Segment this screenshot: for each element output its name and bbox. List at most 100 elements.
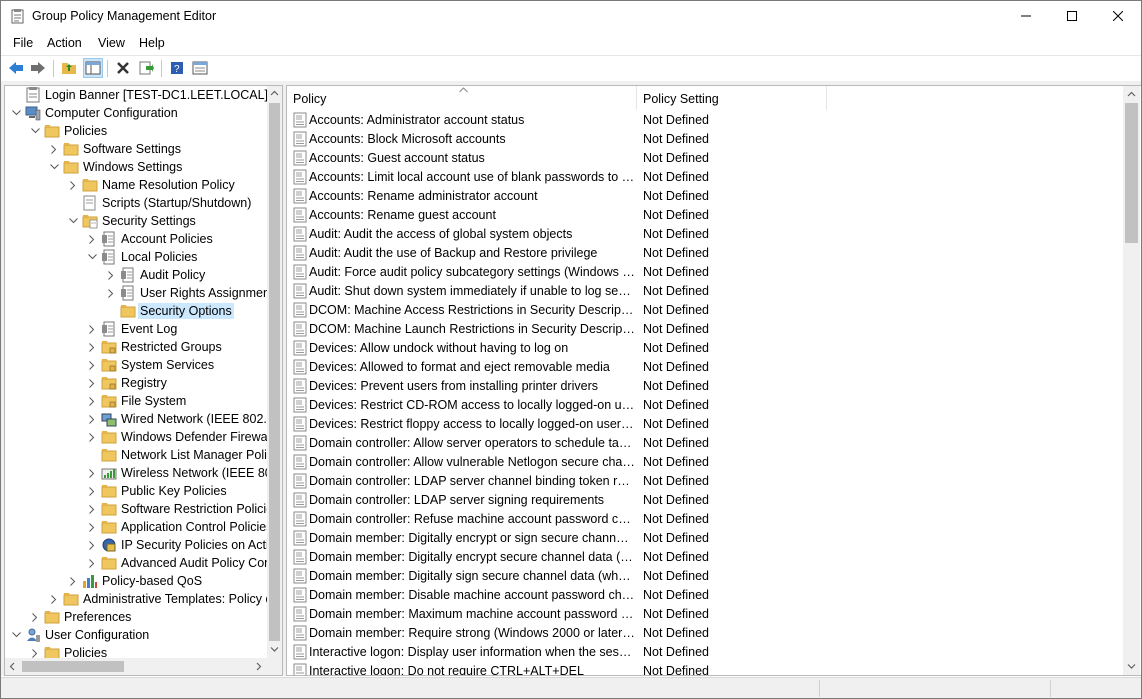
expand-chevron-down-icon[interactable] (85, 248, 99, 266)
expand-chevron-right-icon[interactable] (85, 356, 99, 374)
expand-chevron-down-icon[interactable] (9, 626, 23, 644)
policy-row[interactable]: Devices: Restrict floppy access to local… (287, 415, 1125, 434)
policy-row[interactable]: DCOM: Machine Access Restrictions in Sec… (287, 301, 1125, 320)
policy-row[interactable]: Domain member: Digitally encrypt or sign… (287, 529, 1125, 548)
expand-chevron-right-icon[interactable] (85, 482, 99, 500)
computer-icon (25, 105, 41, 121)
column-header-setting[interactable]: Policy Setting (637, 86, 827, 110)
policy-setting: Not Defined (643, 113, 710, 127)
scroll-down-icon[interactable] (1123, 658, 1140, 675)
expand-chevron-right-icon[interactable] (85, 374, 99, 392)
policy-row[interactable]: DCOM: Machine Launch Restrictions in Sec… (287, 320, 1125, 339)
policy-row[interactable]: Domain member: Digitally encrypt secure … (287, 548, 1125, 567)
folder-icon (63, 159, 79, 175)
list-vertical-scroll-thumb[interactable] (1125, 103, 1138, 243)
forward-button[interactable] (29, 59, 47, 77)
close-button[interactable] (1095, 1, 1141, 31)
show-hide-console-tree-button[interactable] (83, 58, 103, 78)
folder-icon (101, 429, 117, 445)
policy-row[interactable]: Audit: Force audit policy subcategory se… (287, 263, 1125, 282)
policy-row[interactable]: Devices: Allowed to format and eject rem… (287, 358, 1125, 377)
help-button[interactable]: ? (168, 59, 186, 77)
expand-chevron-right-icon[interactable] (47, 140, 61, 158)
policy-row[interactable]: Domain controller: LDAP server channel b… (287, 472, 1125, 491)
policy-row[interactable]: Accounts: Limit local account use of bla… (287, 168, 1125, 187)
policy-row[interactable]: Devices: Restrict CD-ROM access to local… (287, 396, 1125, 415)
expand-chevron-right-icon[interactable] (85, 464, 99, 482)
expand-chevron-down-icon[interactable] (47, 158, 61, 176)
export-list-button[interactable] (137, 59, 155, 77)
expand-chevron-right-icon[interactable] (85, 338, 99, 356)
expand-chevron-down-icon[interactable] (9, 104, 23, 122)
column-header-policy[interactable]: Policy (287, 86, 637, 110)
policy-row[interactable]: Audit: Audit the access of global system… (287, 225, 1125, 244)
policy-row[interactable]: Domain member: Disable machine account p… (287, 586, 1125, 605)
policy-row[interactable]: Accounts: Administrator account status No… (287, 111, 1125, 130)
policy-row[interactable]: Accounts: Guest account status Not Define… (287, 149, 1125, 168)
scroll-down-icon[interactable] (267, 642, 282, 657)
menu-action[interactable]: Action (47, 36, 82, 50)
properties-view-button[interactable] (191, 59, 209, 77)
tree-vertical-scrollbar[interactable] (267, 86, 282, 658)
folder-icon (44, 609, 60, 625)
scroll-right-icon[interactable] (251, 658, 266, 675)
policy-row[interactable]: Interactive logon: Do not require CTRL+A… (287, 662, 1125, 675)
expand-chevron-right-icon[interactable] (85, 410, 99, 428)
expand-chevron-right-icon[interactable] (85, 500, 99, 518)
tree-node-label: Advanced Audit Policy Configuration (121, 556, 283, 570)
tree-vertical-scroll-thumb[interactable] (269, 103, 280, 641)
maximize-button[interactable] (1049, 1, 1095, 31)
list-vertical-scrollbar[interactable] (1123, 86, 1140, 675)
expand-chevron-right-icon[interactable] (47, 590, 61, 608)
expand-chevron-right-icon[interactable] (28, 608, 42, 626)
policy-row[interactable]: Domain controller: LDAP server signing r… (287, 491, 1125, 510)
expand-chevron-right-icon[interactable] (85, 554, 99, 572)
policy-row[interactable]: Audit: Shut down system immediately if u… (287, 282, 1125, 301)
expand-chevron-right-icon[interactable] (66, 176, 80, 194)
expand-chevron-right-icon[interactable] (104, 266, 118, 284)
expand-chevron-down-icon[interactable] (66, 212, 80, 230)
policy-row[interactable]: Domain member: Digitally sign secure cha… (287, 567, 1125, 586)
policy-row[interactable]: Domain controller: Refuse machine accoun… (287, 510, 1125, 529)
expand-chevron-right-icon[interactable] (66, 572, 80, 590)
policy-row[interactable]: Accounts: Rename administrator account No… (287, 187, 1125, 206)
policy-row[interactable]: Devices: Allow undock without having to … (287, 339, 1125, 358)
expand-chevron-right-icon[interactable] (104, 284, 118, 302)
policy-book-icon (101, 321, 117, 337)
policy-row[interactable]: Domain member: Maximum machine account p… (287, 605, 1125, 624)
tree-node-label: Registry (121, 376, 167, 390)
policy-row[interactable]: Audit: Audit the use of Backup and Resto… (287, 244, 1125, 263)
menu-file[interactable]: File (13, 36, 33, 50)
delete-button[interactable] (114, 59, 132, 77)
expand-chevron-right-icon[interactable] (85, 536, 99, 554)
title-bar[interactable]: Group Policy Management Editor (1, 1, 1141, 31)
policy-row[interactable]: Interactive logon: Display user informat… (287, 643, 1125, 662)
scroll-left-icon[interactable] (5, 658, 20, 675)
scroll-up-icon[interactable] (267, 86, 282, 101)
tree-horizontal-scrollbar[interactable] (5, 658, 267, 675)
policy-setting: Not Defined (643, 132, 710, 146)
menu-view[interactable]: View (98, 36, 125, 50)
tree-horizontal-scroll-thumb[interactable] (22, 661, 124, 672)
scrollbar-corner (267, 658, 282, 675)
back-button[interactable] (7, 59, 25, 77)
expand-chevron-right-icon[interactable] (85, 230, 99, 248)
expand-chevron-right-icon[interactable] (85, 428, 99, 446)
tree-node-label: Public Key Policies (121, 484, 227, 498)
expand-chevron-right-icon[interactable] (85, 518, 99, 536)
policy-name: Accounts: Block Microsoft accounts (309, 132, 506, 146)
expand-chevron-right-icon[interactable] (85, 320, 99, 338)
menu-help[interactable]: Help (139, 36, 165, 50)
policy-row[interactable]: Accounts: Rename guest account Not Define… (287, 206, 1125, 225)
policy-row[interactable]: Accounts: Block Microsoft accounts Not De… (287, 130, 1125, 149)
expand-chevron-down-icon[interactable] (28, 122, 42, 140)
policy-row[interactable]: Domain controller: Allow vulnerable Netl… (287, 453, 1125, 472)
expand-chevron-right-icon[interactable] (85, 392, 99, 410)
policy-row[interactable]: Devices: Prevent users from installing p… (287, 377, 1125, 396)
up-one-level-button[interactable] (60, 59, 78, 77)
scroll-up-icon[interactable] (1123, 86, 1140, 103)
policy-row[interactable]: Domain controller: Allow server operator… (287, 434, 1125, 453)
policy-row[interactable]: Domain member: Require strong (Windows 2… (287, 624, 1125, 643)
minimize-button[interactable] (1003, 1, 1049, 31)
policy-name: Audit: Force audit policy subcategory se… (309, 265, 635, 279)
